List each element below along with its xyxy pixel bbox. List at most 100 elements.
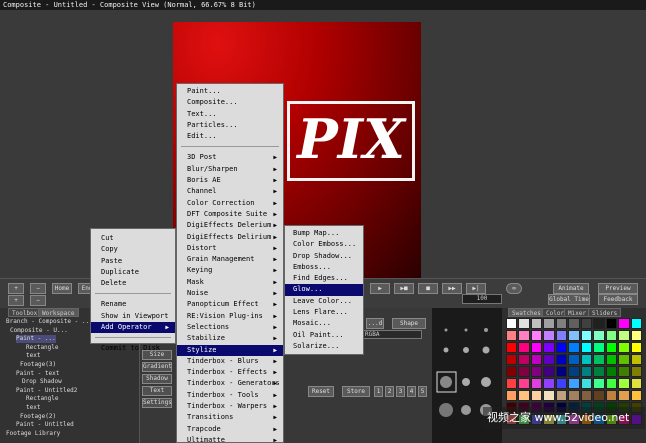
channel-dropdown[interactable]: RGBA <box>362 330 422 339</box>
color-swatch[interactable] <box>630 342 642 353</box>
color-swatch[interactable] <box>580 378 593 389</box>
color-swatch[interactable] <box>555 318 568 329</box>
operator-menu-item[interactable]: Panopticum Effect ▶ <box>177 299 283 310</box>
color-swatch[interactable] <box>580 318 593 329</box>
home-button[interactable]: Home <box>52 283 72 294</box>
stylize-menu-item[interactable]: Lens Flare... <box>285 307 363 318</box>
color-swatch[interactable] <box>530 366 543 377</box>
menu-item-delete[interactable]: Delete <box>91 278 175 289</box>
color-swatch[interactable] <box>593 330 605 341</box>
shape-dropdown[interactable]: Shape <box>392 318 426 329</box>
operator-menu-item[interactable]: Distort ▶ <box>177 243 283 254</box>
color-swatch[interactable] <box>630 318 642 329</box>
color-swatch[interactable] <box>518 318 530 329</box>
tree-item[interactable]: Rectangle <box>26 395 59 403</box>
tree-item[interactable]: Paint - Untitled2 <box>16 387 77 395</box>
color-swatch[interactable] <box>518 378 530 389</box>
color-swatch[interactable] <box>630 378 642 389</box>
color-swatch[interactable] <box>506 330 518 341</box>
color-swatch[interactable] <box>568 378 580 389</box>
color-swatch[interactable] <box>618 342 630 353</box>
shadow-button[interactable]: Shadow <box>142 374 172 384</box>
store-button[interactable]: Store <box>342 386 370 397</box>
operator-menu-item[interactable]: Boris AE ▶ <box>177 175 283 186</box>
tree-item[interactable]: Paint - ... <box>16 335 56 344</box>
operator-menu-item[interactable]: Noise ▶ <box>177 288 283 299</box>
color-swatch[interactable] <box>605 366 618 377</box>
color-swatch[interactable] <box>506 378 518 389</box>
color-swatch[interactable] <box>618 354 630 365</box>
tree-item[interactable]: Footage Library <box>6 430 60 438</box>
color-swatch[interactable] <box>543 354 555 365</box>
add-icon-2[interactable]: + <box>8 295 24 306</box>
stylize-menu-item[interactable]: Solarize... <box>285 341 363 352</box>
color-swatch[interactable] <box>506 390 518 401</box>
tree-item[interactable]: Drop Shadow <box>22 378 62 386</box>
color-swatch[interactable] <box>555 366 568 377</box>
color-swatch[interactable] <box>506 354 518 365</box>
color-swatch[interactable] <box>618 318 630 329</box>
stylize-menu-item[interactable]: Leave Color... <box>285 296 363 307</box>
text-button[interactable]: Text <box>142 386 172 396</box>
operator-menu-item[interactable]: Tinderbox - Generators ▶ <box>177 378 283 389</box>
operator-menu-item[interactable]: Edit... <box>177 131 283 142</box>
color-swatch[interactable] <box>580 354 593 365</box>
color-swatch[interactable] <box>618 378 630 389</box>
color-swatch[interactable] <box>518 390 530 401</box>
color-swatch[interactable] <box>506 342 518 353</box>
color-swatch[interactable] <box>530 330 543 341</box>
operator-menu-item[interactable]: Selections ▶ <box>177 322 283 333</box>
color-swatch[interactable] <box>605 318 618 329</box>
color-swatch[interactable] <box>630 330 642 341</box>
operator-menu-item[interactable]: Ultimatte ▶ <box>177 435 283 443</box>
operator-menu-item[interactable]: RE:Vision Plug-ins ▶ <box>177 311 283 322</box>
color-swatch[interactable] <box>543 366 555 377</box>
color-swatch[interactable] <box>568 330 580 341</box>
operator-menu-item[interactable]: DigiEffects Delirium ▶ <box>177 232 283 243</box>
operator-menu-item[interactable]: Blur/Sharpen ▶ <box>177 164 283 175</box>
remove-icon[interactable]: − <box>30 283 46 294</box>
color-swatch[interactable] <box>555 390 568 401</box>
color-swatch[interactable] <box>580 330 593 341</box>
tree-item[interactable]: Paint - text <box>16 370 59 378</box>
color-swatch[interactable] <box>555 378 568 389</box>
menu-item-paste[interactable]: Paste <box>91 256 175 267</box>
color-swatch[interactable] <box>543 318 555 329</box>
color-swatch[interactable] <box>518 366 530 377</box>
color-swatch[interactable] <box>543 390 555 401</box>
tree-item[interactable]: Paint - Untitled <box>16 421 74 429</box>
preview-button[interactable]: Preview <box>598 283 638 294</box>
color-swatch[interactable] <box>593 378 605 389</box>
color-swatch[interactable] <box>580 390 593 401</box>
operator-menu-item[interactable]: Transitions ▶ <box>177 412 283 423</box>
stylize-menu-item[interactable]: Emboss... <box>285 262 363 273</box>
operator-menu-item[interactable]: Keying ▶ <box>177 265 283 276</box>
color-swatch[interactable] <box>580 342 593 353</box>
color-swatch[interactable] <box>618 390 630 401</box>
color-swatch[interactable] <box>568 390 580 401</box>
play-icon[interactable]: ▶ <box>370 283 390 294</box>
tab-workspace[interactable]: Workspace <box>38 308 79 317</box>
add-icon[interactable]: + <box>8 283 24 294</box>
tab-swatches[interactable]: Swatches <box>508 308 545 317</box>
color-swatch[interactable] <box>605 390 618 401</box>
color-swatch[interactable] <box>630 390 642 401</box>
tab-sliders[interactable]: Sliders <box>588 308 622 317</box>
color-swatch[interactable] <box>530 378 543 389</box>
stylize-menu-item[interactable]: Bump Map... <box>285 228 363 239</box>
remove-icon-2[interactable]: − <box>30 295 46 306</box>
operator-menu-item[interactable]: Tinderbox - Effects ▶ <box>177 367 283 378</box>
store-slot-3[interactable]: 3 <box>396 386 405 397</box>
mode-dropdown[interactable]: ...d <box>366 318 384 329</box>
color-swatch[interactable] <box>530 390 543 401</box>
color-swatch[interactable] <box>543 378 555 389</box>
color-swatch[interactable] <box>555 354 568 365</box>
color-swatch[interactable] <box>518 330 530 341</box>
operator-menu-item[interactable]: Channel ▶ <box>177 186 283 197</box>
color-swatch[interactable] <box>506 366 518 377</box>
tab-toolbox[interactable]: Toolbox <box>8 308 42 317</box>
play-stop-icon[interactable]: ▶■ <box>394 283 414 294</box>
menu-item-duplicate[interactable]: Duplicate <box>91 267 175 278</box>
stylize-menu-item[interactable]: Drop Shadow... <box>285 251 363 262</box>
operator-menu-item[interactable]: Tinderbox - Tools ▶ <box>177 390 283 401</box>
